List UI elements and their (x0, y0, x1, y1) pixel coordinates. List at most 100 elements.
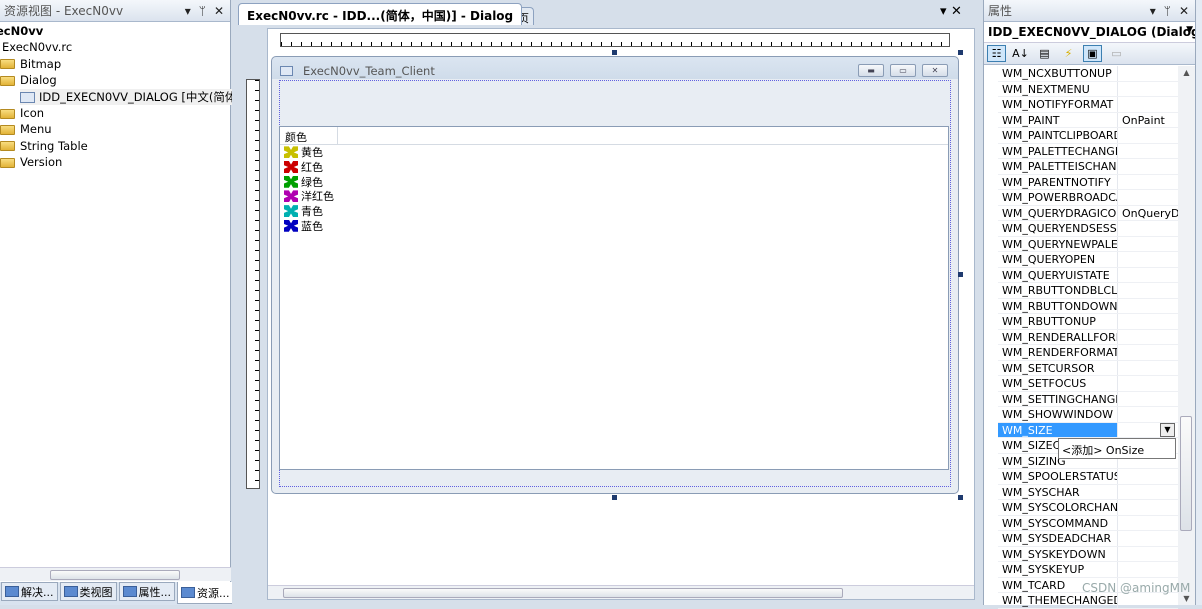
handler-value[interactable] (1118, 66, 1178, 81)
tree-item[interactable]: Dialog (0, 72, 57, 88)
handler-value[interactable] (1118, 190, 1178, 205)
bottom-tab[interactable]: 类视图 (59, 582, 117, 601)
list-column-header[interactable]: 颜色 (280, 127, 338, 144)
property-row[interactable]: WM_SHOWWINDOW (998, 407, 1178, 423)
property-row[interactable]: WM_POWERBROADCAST (998, 190, 1178, 206)
property-row[interactable]: WM_PARENTNOTIFY (998, 174, 1178, 190)
property-row[interactable]: WM_QUERYDRAGICONOnQueryDragIcon (998, 205, 1178, 221)
handler-value[interactable] (1118, 144, 1178, 159)
handler-value[interactable] (1118, 361, 1178, 376)
property-row[interactable]: WM_SYSKEYDOWN (998, 546, 1178, 562)
property-row[interactable]: WM_NCXBUTTONUP (998, 66, 1178, 82)
handler-value[interactable] (1118, 299, 1178, 314)
window-menu-icon[interactable]: ▾ ✕ (940, 4, 962, 19)
handler-value[interactable] (1118, 392, 1178, 407)
horizontal-scrollbar[interactable] (0, 567, 231, 581)
property-row[interactable]: WM_SPOOLERSTATUS (998, 469, 1178, 485)
property-row[interactable]: WM_QUERYUISTATE (998, 267, 1178, 283)
property-row[interactable]: WM_SYSCOMMAND (998, 515, 1178, 531)
list-item[interactable]: 绿色 (280, 174, 948, 189)
property-row[interactable]: WM_PAINT OnPaint (998, 112, 1178, 128)
property-row[interactable]: WM_RENDERFORMAT (998, 345, 1178, 361)
property-row[interactable]: WM_PALETTEISCHANGING (998, 159, 1178, 175)
handler-value[interactable] (1118, 97, 1178, 112)
dropdown-arrow-button[interactable]: ▼ (1160, 423, 1175, 437)
handler-value[interactable] (1118, 237, 1178, 252)
handler-value[interactable]: OnQueryDragIcon (1118, 206, 1178, 221)
close-icon[interactable]: ✕ (214, 4, 224, 18)
object-selector[interactable]: IDD_EXECN0VV_DIALOG (Dialog) ▼ (984, 22, 1196, 43)
property-row[interactable]: WM_SETFOCUS (998, 376, 1178, 392)
property-row[interactable]: WM_SYSDEADCHAR (998, 531, 1178, 547)
property-row[interactable]: WM_QUERYNEWPALETTE (998, 236, 1178, 252)
tree-item[interactable]: IDD_EXECN0VV_DIALOG [中文(简体 (20, 88, 237, 105)
property-row[interactable]: WM_NOTIFYFORMAT (998, 97, 1178, 113)
pin-icon[interactable]: ᛘ (199, 4, 206, 18)
tree-item[interactable]: ecN0vv (0, 23, 43, 39)
property-row[interactable]: WM_RBUTTONUP (998, 314, 1178, 330)
side-toolbox-strip[interactable] (1195, 0, 1202, 605)
property-row[interactable]: WM_PALETTECHANGED (998, 143, 1178, 159)
handler-value[interactable] (1118, 376, 1178, 391)
tree-item[interactable]: Icon (0, 105, 44, 121)
tree-item[interactable]: ExecN0vv.rc (2, 39, 72, 55)
handler-value[interactable] (1118, 221, 1178, 236)
property-row[interactable]: WM_QUERYOPEN (998, 252, 1178, 268)
handler-value[interactable] (1118, 516, 1178, 531)
dropdown-icon[interactable]: ▾ (1150, 4, 1156, 18)
pin-icon[interactable]: ᛘ (1164, 4, 1171, 18)
bottom-tab[interactable]: 资源... (177, 582, 234, 604)
list-item[interactable]: 洋红色 (280, 189, 948, 204)
handler-value[interactable] (1118, 314, 1178, 329)
categorized-icon[interactable]: ☷ (987, 45, 1006, 62)
sort-alphabetical-icon[interactable]: A↓ (1011, 45, 1030, 62)
tree-item[interactable]: Menu (0, 121, 52, 137)
property-row[interactable]: WM_SETTINGCHANGE (998, 391, 1178, 407)
handler-value[interactable] (1118, 500, 1178, 515)
list-item[interactable]: 红色 (280, 160, 948, 175)
handler-value[interactable] (1118, 345, 1178, 360)
handler-dropdown-list[interactable]: <添加> OnSize (1058, 438, 1176, 459)
property-row[interactable]: WM_NEXTMENU (998, 81, 1178, 97)
list-item[interactable]: 黄色 (280, 145, 948, 160)
bottom-tab[interactable]: 解决... (1, 582, 58, 601)
property-row[interactable]: WM_RBUTTONDOWN (998, 298, 1178, 314)
handler-value[interactable] (1118, 485, 1178, 500)
tab-dialog-editor[interactable]: ExecN0vv.rc - IDD...(简体，中国)] - Dialog (238, 3, 523, 25)
property-row[interactable]: WM_RENDERALLFORMATS (998, 329, 1178, 345)
handler-value[interactable] (1118, 593, 1178, 608)
handler-value[interactable]: OnPaint (1118, 113, 1178, 128)
handler-value[interactable] (1118, 407, 1178, 422)
close-icon[interactable]: ✕ (1179, 4, 1189, 18)
handler-value[interactable] (1118, 82, 1178, 97)
properties-icon[interactable]: ▤ (1035, 45, 1054, 62)
property-row[interactable]: WM_RBUTTONDBLCLK (998, 283, 1178, 299)
list-item[interactable]: 蓝色 (280, 218, 948, 233)
dropdown-icon[interactable]: ▾ (185, 4, 191, 18)
handler-value[interactable] (1118, 469, 1178, 484)
color-list-control[interactable]: 颜色 黄色 红色 绿色 洋红色 青色 蓝色 (279, 126, 949, 470)
bottom-tab[interactable]: 属性... (118, 582, 175, 601)
canvas-horizontal-scrollbar[interactable] (268, 585, 974, 599)
handler-value[interactable] (1118, 562, 1178, 577)
tree-item[interactable]: String Table (0, 138, 88, 154)
handler-value[interactable] (1118, 159, 1178, 174)
handler-value[interactable] (1118, 330, 1178, 345)
handler-value[interactable] (1118, 283, 1178, 298)
properties-vertical-scrollbar[interactable]: ▲ ▼ (1178, 66, 1195, 605)
property-row[interactable]: WM_THEMECHANGED (998, 593, 1178, 609)
property-row[interactable]: WM_SYSCHAR (998, 484, 1178, 500)
handler-value[interactable] (1118, 128, 1178, 143)
handler-value[interactable] (1118, 531, 1178, 546)
list-item[interactable]: 青色 (280, 204, 948, 219)
overrides-icon[interactable]: ▭ (1107, 45, 1126, 62)
events-lightning-icon[interactable]: ⚡ (1059, 45, 1078, 62)
tree-item[interactable]: Bitmap (0, 56, 61, 72)
property-row[interactable]: WM_SIZE (998, 422, 1178, 438)
property-row[interactable]: WM_SYSKEYUP (998, 562, 1178, 578)
property-row[interactable]: WM_QUERYENDSESSION (998, 221, 1178, 237)
property-row[interactable]: WM_PAINTCLIPBOARD (998, 128, 1178, 144)
handler-value[interactable] (1118, 547, 1178, 562)
messages-icon[interactable]: ▣ (1083, 45, 1102, 62)
property-row[interactable]: WM_SETCURSOR (998, 360, 1178, 376)
